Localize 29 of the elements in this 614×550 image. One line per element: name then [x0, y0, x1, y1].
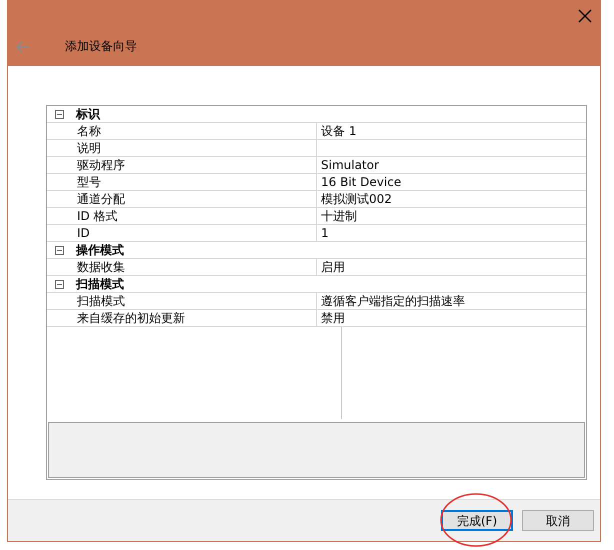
group-header[interactable]: 扫描模式 — [72, 276, 124, 292]
group-header[interactable]: 标识 — [72, 106, 100, 122]
property-value[interactable]: 1 — [317, 225, 586, 241]
property-value[interactable]: 遵循客户端指定的扫描速率 — [317, 293, 586, 309]
property-name: 名称 — [72, 123, 317, 139]
group-header[interactable]: 操作模式 — [72, 242, 124, 258]
property-value[interactable]: 16 Bit Device — [317, 174, 586, 190]
finish-button[interactable]: 完成(F) — [441, 510, 513, 531]
property-value[interactable]: 启用 — [317, 259, 586, 275]
property-value[interactable]: 设备 1 — [317, 123, 586, 139]
property-value[interactable]: 十进制 — [317, 208, 586, 224]
collapse-icon[interactable] — [55, 280, 64, 288]
property-name: 通道分配 — [72, 191, 317, 207]
window-title: 添加设备向导 — [65, 38, 137, 55]
cancel-button[interactable]: 取消 — [522, 510, 594, 531]
close-icon[interactable] — [578, 9, 592, 23]
property-name: 来自缓存的初始更新 — [72, 310, 317, 326]
property-value[interactable]: 禁用 — [317, 310, 586, 326]
property-name: ID 格式 — [72, 208, 317, 224]
property-name: 驱动程序 — [72, 157, 317, 173]
property-name: 说明 — [72, 140, 317, 156]
collapse-icon[interactable] — [55, 246, 64, 254]
collapse-icon[interactable] — [55, 110, 64, 118]
property-name: 型号 — [72, 174, 317, 190]
property-name: ID — [72, 225, 317, 241]
property-value[interactable]: Simulator — [317, 157, 586, 173]
property-value[interactable]: 模拟测试002 — [317, 191, 586, 207]
property-name: 扫描模式 — [72, 293, 317, 309]
property-name: 数据收集 — [72, 259, 317, 275]
